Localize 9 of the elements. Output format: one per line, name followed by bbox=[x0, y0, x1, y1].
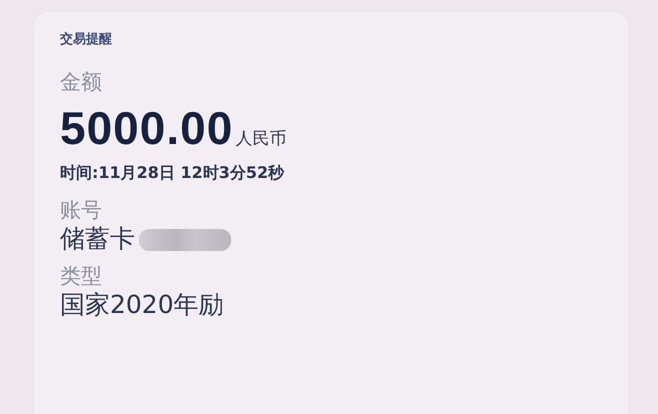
currency-label: 人民币 bbox=[235, 128, 286, 150]
account-value: 储蓄卡 bbox=[60, 223, 135, 256]
card-title: 交易提醒 bbox=[60, 30, 112, 48]
account-label: 账号 bbox=[60, 198, 102, 224]
transaction-time: 时间:11月28日 12时3分52秒 bbox=[60, 163, 284, 184]
type-value: 国家2020年励 bbox=[60, 289, 224, 322]
type-label: 类型 bbox=[60, 264, 102, 290]
amount-value: 5000.00 bbox=[60, 101, 234, 156]
amount-label: 金额 bbox=[60, 70, 102, 96]
